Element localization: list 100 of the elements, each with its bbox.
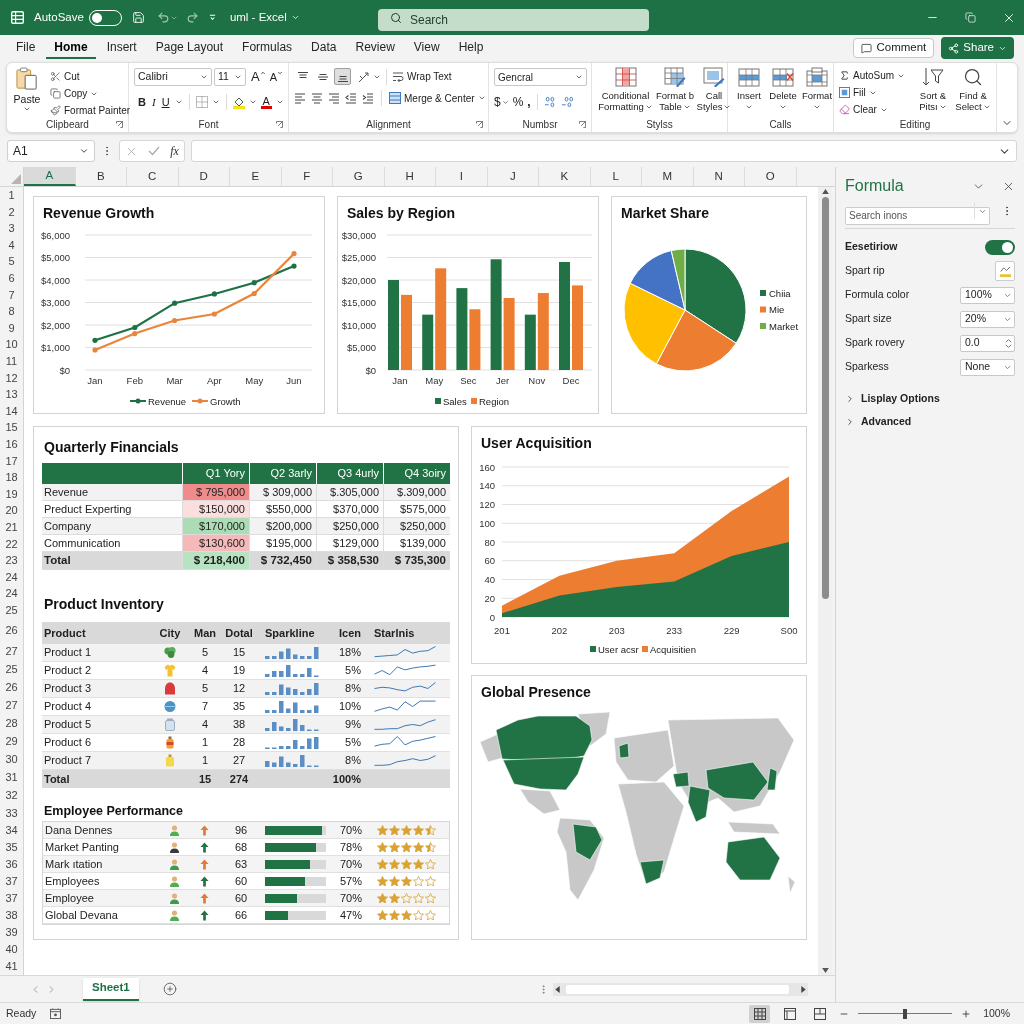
vertical-scrollbar[interactable] bbox=[818, 187, 832, 975]
borders-icon[interactable] bbox=[195, 96, 208, 109]
wrap-text-button[interactable]: Wrap Text bbox=[392, 69, 452, 84]
menu-tab[interactable]: Formulas bbox=[234, 37, 301, 59]
macro-recording-icon[interactable] bbox=[50, 1008, 62, 1019]
row-header[interactable]: 26 bbox=[0, 618, 23, 643]
row-header[interactable]: 13 bbox=[0, 386, 23, 403]
row-header[interactable]: 6 bbox=[0, 269, 23, 287]
row-header[interactable]: 2 bbox=[0, 203, 23, 221]
menu-tab[interactable]: Insert bbox=[98, 37, 145, 59]
row-header[interactable]: 32 bbox=[0, 786, 23, 805]
column-header[interactable]: M bbox=[642, 167, 694, 186]
row-header[interactable]: 14 bbox=[0, 402, 23, 420]
text-style-button[interactable]: U bbox=[160, 94, 171, 111]
text-style-button[interactable]: I bbox=[150, 94, 157, 111]
fill-color-icon[interactable] bbox=[232, 95, 245, 109]
row-header[interactable]: 8 bbox=[0, 303, 23, 320]
clipboard-item[interactable]: Format Painter bbox=[50, 102, 131, 119]
dialog-launcher-icon[interactable] bbox=[579, 121, 586, 128]
search-field[interactable]: Search inons bbox=[845, 206, 990, 225]
styles-button[interactable]: Call Styles bbox=[696, 67, 732, 112]
align-center-icon[interactable] bbox=[311, 92, 323, 104]
row-header[interactable]: 19 bbox=[0, 485, 23, 503]
column-header[interactable]: G bbox=[333, 167, 385, 186]
view-button[interactable] bbox=[749, 1004, 771, 1023]
percent-button[interactable]: % bbox=[512, 93, 524, 111]
share-button[interactable]: Share bbox=[941, 37, 1014, 59]
row-header[interactable]: 4 bbox=[0, 236, 23, 254]
scroll-right-icon[interactable] bbox=[801, 985, 806, 993]
toggle-switch[interactable] bbox=[985, 239, 1015, 255]
menu-tab[interactable]: Review bbox=[347, 37, 403, 59]
add-sheet-icon[interactable] bbox=[162, 982, 177, 996]
scroll-up-icon[interactable] bbox=[821, 189, 829, 194]
paste-button[interactable]: Paste bbox=[12, 67, 42, 119]
column-header[interactable]: D bbox=[178, 167, 230, 186]
column-header[interactable]: E bbox=[230, 167, 282, 186]
zoom-percent[interactable]: 100% bbox=[983, 1005, 1010, 1022]
text-style-button[interactable]: B bbox=[137, 94, 147, 111]
number-spinner[interactable]: 0.0 bbox=[960, 334, 1015, 352]
comma-button[interactable]: , bbox=[527, 93, 531, 111]
column-header[interactable]: L bbox=[590, 167, 642, 186]
row-header[interactable]: 34 bbox=[0, 821, 23, 839]
row-header[interactable]: 35 bbox=[0, 838, 23, 856]
slider-thumb[interactable] bbox=[903, 1008, 908, 1019]
menu-tab[interactable]: Help bbox=[450, 37, 492, 59]
row-header[interactable]: 25 bbox=[0, 660, 23, 679]
merge-center-button[interactable]: Merge & Center bbox=[389, 90, 486, 106]
spreadsheet-app-icon[interactable] bbox=[11, 11, 24, 24]
column-header[interactable]: O bbox=[745, 167, 797, 186]
increase-indent-icon[interactable] bbox=[362, 92, 374, 104]
save-icon[interactable] bbox=[131, 11, 145, 24]
spinner-arrows-icon[interactable] bbox=[1005, 337, 1012, 349]
row-header[interactable]: 12 bbox=[0, 369, 23, 387]
number-format-select[interactable]: Gencral bbox=[494, 68, 587, 86]
align-left-icon[interactable] bbox=[294, 92, 306, 104]
styles-button[interactable]: Conditional Formatting bbox=[597, 67, 654, 112]
sort-filter-button[interactable]: Sort & Pitsı bbox=[916, 67, 950, 118]
row-header[interactable]: 10 bbox=[0, 336, 23, 353]
row-header[interactable]: 39 bbox=[0, 923, 23, 941]
dialog-launcher-icon[interactable] bbox=[116, 121, 123, 128]
row-header[interactable]: 33 bbox=[0, 804, 23, 822]
scrollbar-thumb[interactable] bbox=[566, 984, 789, 994]
zoom-in-icon[interactable] bbox=[961, 1008, 972, 1019]
row-header[interactable]: 28 bbox=[0, 714, 23, 733]
scroll-left-icon[interactable] bbox=[555, 985, 560, 993]
column-header[interactable]: H bbox=[384, 167, 436, 186]
menu-tab[interactable]: Page Layout bbox=[147, 37, 232, 59]
section-expander[interactable]: Advanced bbox=[845, 410, 1015, 433]
dropdown-select[interactable]: 20% bbox=[960, 310, 1015, 328]
row-header[interactable]: 31 bbox=[0, 768, 23, 787]
customize-icon[interactable] bbox=[208, 14, 216, 21]
menu-tab[interactable]: Data bbox=[303, 37, 345, 59]
comment-button[interactable]: Comment bbox=[853, 38, 935, 58]
sparkline-color-button[interactable] bbox=[995, 261, 1015, 281]
dialog-launcher-icon[interactable] bbox=[476, 121, 483, 128]
column-header[interactable]: A bbox=[24, 167, 76, 186]
insert-function-button[interactable]: fx bbox=[170, 142, 179, 160]
row-header[interactable]: 27 bbox=[0, 696, 23, 715]
dialog-launcher-icon[interactable] bbox=[276, 121, 283, 128]
row-header[interactable]: 22 bbox=[0, 535, 23, 553]
zoom-slider[interactable] bbox=[858, 1008, 953, 1019]
editing-button[interactable]: Clear bbox=[839, 101, 913, 118]
row-header[interactable]: 41 bbox=[0, 957, 23, 975]
align-right-icon[interactable] bbox=[328, 92, 340, 104]
search-field[interactable]: Search bbox=[378, 8, 649, 31]
decrease-indent-icon[interactable] bbox=[345, 92, 357, 104]
row-header[interactable]: 30 bbox=[0, 750, 23, 769]
editing-button[interactable]: AutoSum bbox=[839, 67, 913, 84]
cells-button[interactable]: Insert bbox=[733, 67, 765, 111]
row-header[interactable]: 24 bbox=[0, 585, 23, 602]
row-header[interactable]: 27 bbox=[0, 642, 23, 661]
row-header[interactable]: 40 bbox=[0, 940, 23, 958]
row-header[interactable]: 25 bbox=[0, 601, 23, 619]
menu-tab[interactable]: View bbox=[405, 37, 448, 59]
clipboard-item[interactable]: Cut bbox=[50, 68, 131, 85]
scrollbar-thumb[interactable] bbox=[821, 197, 829, 599]
row-header[interactable]: 29 bbox=[0, 732, 23, 751]
column-header[interactable]: N bbox=[693, 167, 745, 186]
row-header[interactable]: 9 bbox=[0, 319, 23, 337]
editing-button[interactable]: Fiil bbox=[839, 84, 913, 101]
